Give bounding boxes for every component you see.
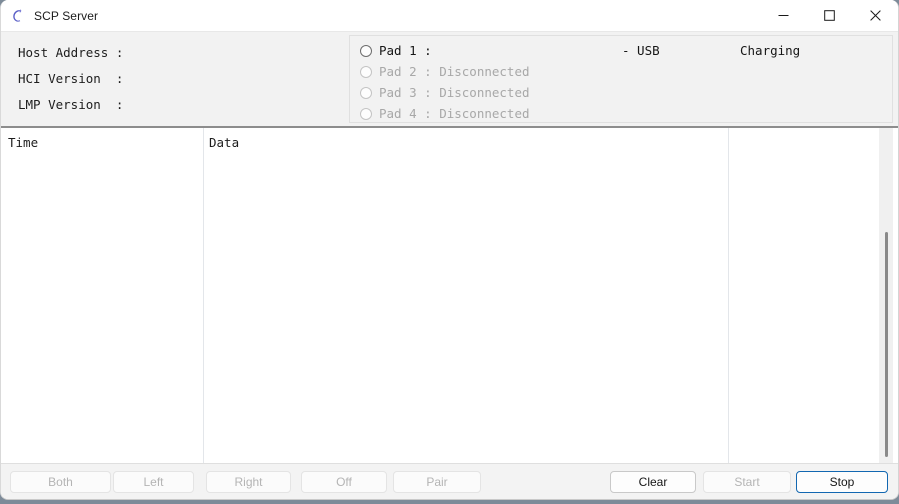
hci-version-row: HCI Version : [18, 71, 124, 86]
column-header-data[interactable]: Data [209, 135, 239, 150]
pad-1-label: Pad 1 : [379, 43, 432, 58]
pad-1-connection: - USB [622, 43, 660, 58]
start-button[interactable]: Start [703, 471, 791, 493]
pad-1-radio-icon[interactable] [360, 44, 372, 57]
pad-row-2[interactable]: Pad 2 : Disconnected [350, 61, 892, 82]
log-list-view[interactable]: Time Data [1, 128, 898, 463]
pad-row-3[interactable]: Pad 3 : Disconnected [350, 82, 892, 103]
log-scrollbar-thumb[interactable] [885, 232, 888, 457]
pad-list-panel: Pad 1 : - USB Charging Pad 2 : Disconnec… [349, 35, 893, 123]
pad-3-label: Pad 3 : Disconnected [379, 85, 530, 100]
pad-row-1[interactable]: Pad 1 : - USB Charging [350, 40, 892, 61]
action-toolbar: Both Left Right Off Pair Clear Start Sto… [1, 463, 898, 499]
host-info-block: Host Address : HCI Version : LMP Version… [1, 32, 346, 126]
close-icon [869, 10, 881, 21]
status-panel: Host Address : HCI Version : LMP Version… [1, 32, 898, 128]
pad-2-label: Pad 2 : Disconnected [379, 64, 530, 79]
column-header-time[interactable]: Time [8, 135, 38, 150]
pad-2-radio-icon[interactable] [360, 65, 372, 78]
column-divider-time-data[interactable] [203, 128, 204, 463]
scp-server-icon [13, 8, 22, 22]
close-button[interactable] [852, 0, 898, 31]
scp-server-window: SCP Server Host Address : HCI Version: … [0, 0, 899, 500]
host-address-row: Host Address : [18, 45, 124, 60]
clear-button[interactable]: Clear [610, 471, 696, 493]
pad-4-radio-icon[interactable] [360, 107, 372, 120]
pad-row-4[interactable]: Pad 4 : Disconnected [350, 103, 892, 124]
pad-4-label: Pad 4 : Disconnected [379, 106, 530, 121]
maximize-icon [823, 10, 835, 21]
maximize-button[interactable] [806, 0, 852, 31]
pair-button[interactable]: Pair [393, 471, 481, 493]
lmp-version-row: LMP Version : [18, 97, 124, 112]
both-button[interactable]: Both [10, 471, 111, 493]
minimize-icon [778, 15, 788, 16]
column-divider-data-end[interactable] [728, 128, 729, 463]
window-controls [760, 0, 898, 31]
stop-button[interactable]: Stop [796, 471, 888, 493]
minimize-button[interactable] [760, 0, 806, 31]
title-bar[interactable]: SCP Server [1, 0, 898, 32]
pad-1-battery: Charging [740, 43, 801, 58]
pad-3-radio-icon[interactable] [360, 86, 372, 99]
log-scrollbar[interactable] [879, 128, 893, 463]
right-button[interactable]: Right [206, 471, 291, 493]
left-button[interactable]: Left [113, 471, 194, 493]
off-button[interactable]: Off [301, 471, 387, 493]
window-title: SCP Server [34, 8, 99, 23]
